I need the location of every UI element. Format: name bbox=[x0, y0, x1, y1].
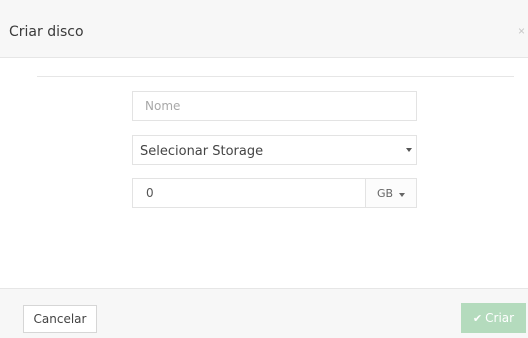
size-unit-label: GB bbox=[377, 187, 394, 200]
size-unit-dropdown[interactable]: GB bbox=[365, 178, 417, 208]
storage-select-value: Selecionar Storage bbox=[140, 144, 264, 159]
close-button[interactable]: × bbox=[518, 25, 525, 37]
divider bbox=[37, 76, 514, 77]
modal-title: Criar disco bbox=[9, 24, 84, 40]
create-disk-modal: Criar disco × Selecionar Storage GB Canc… bbox=[0, 0, 528, 338]
cancel-button[interactable]: Cancelar bbox=[23, 305, 97, 333]
create-button[interactable]: ✔ Criar bbox=[461, 303, 526, 333]
caret-down-icon bbox=[399, 193, 405, 197]
modal-footer: Cancelar ✔ Criar bbox=[0, 288, 528, 338]
storage-select[interactable]: Selecionar Storage bbox=[132, 135, 417, 165]
size-input-group: GB bbox=[132, 178, 417, 208]
name-field-wrapper bbox=[132, 91, 417, 121]
modal-header: Criar disco × bbox=[0, 0, 528, 58]
chevron-down-icon bbox=[406, 148, 412, 152]
check-icon: ✔ bbox=[472, 312, 483, 325]
size-input[interactable] bbox=[132, 178, 366, 208]
name-input[interactable] bbox=[133, 92, 416, 120]
create-button-label: Criar bbox=[485, 311, 515, 325]
